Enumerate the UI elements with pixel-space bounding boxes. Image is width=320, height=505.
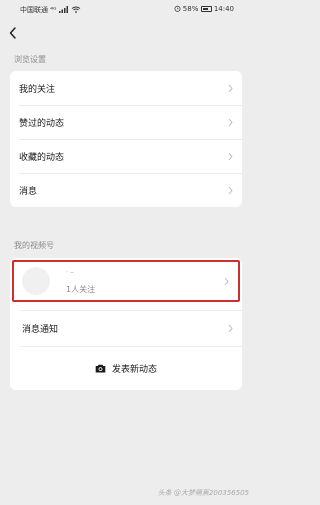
- chevron-right-icon: [224, 277, 229, 286]
- divider: [20, 346, 242, 347]
- browse-settings-label: 浏览设置: [14, 55, 46, 64]
- menu-item-label: 消息: [19, 186, 38, 197]
- signal-icon: [58, 6, 68, 13]
- camera-icon: [95, 364, 106, 373]
- battery-percent: 58%: [182, 5, 199, 13]
- menu-item-messages[interactable]: 消息: [10, 173, 242, 207]
- menu-item-label: 我的关注: [19, 84, 56, 95]
- status-left: 中国联通 ⁴ᴳ: [20, 5, 81, 15]
- chevron-right-icon: [228, 152, 233, 161]
- publish-label: 发表新动态: [111, 365, 157, 375]
- status-bar: 中国联通 ⁴ᴳ 58% 14:40: [0, 0, 254, 18]
- battery-icon: [200, 6, 212, 12]
- alarm-icon: [174, 5, 181, 12]
- network-label: ⁴ᴳ: [50, 6, 57, 14]
- my-channel-label: 我的视频号: [14, 241, 54, 250]
- menu-item-favorites[interactable]: 收藏的动态: [10, 139, 242, 173]
- avatar: [22, 267, 50, 295]
- menu-item-liked[interactable]: 赞过的动态: [10, 105, 242, 139]
- publish-button[interactable]: 发表新动态: [10, 362, 242, 375]
- chevron-right-icon: [228, 186, 233, 195]
- menu-item-notifications[interactable]: 消息通知: [10, 311, 242, 345]
- watermark: 头条 @大梦萌蕉200356505: [157, 489, 249, 497]
- browse-settings-card: 我的关注 赞过的动态 收藏的动态 消息: [10, 71, 242, 207]
- menu-item-following[interactable]: 我的关注: [10, 71, 242, 105]
- my-channel-card: · ⌣ 1人关注 消息通知 发表新动态: [10, 258, 242, 390]
- menu-item-label: 收藏的动态: [19, 152, 65, 163]
- status-right: 58% 14:40: [174, 5, 234, 13]
- back-icon[interactable]: [8, 26, 18, 40]
- carrier-label: 中国联通: [20, 6, 48, 14]
- time-label: 14:40: [213, 5, 234, 13]
- chevron-right-icon: [228, 118, 233, 127]
- profile-name: · ⌣: [66, 269, 74, 276]
- follower-count: 1人关注: [66, 285, 96, 294]
- chevron-right-icon: [228, 324, 233, 333]
- channel-profile-row[interactable]: · ⌣ 1人关注: [12, 260, 240, 302]
- wifi-icon: [71, 6, 81, 13]
- menu-item-label: 消息通知: [22, 324, 59, 335]
- chevron-right-icon: [228, 84, 233, 93]
- menu-item-label: 赞过的动态: [19, 118, 65, 129]
